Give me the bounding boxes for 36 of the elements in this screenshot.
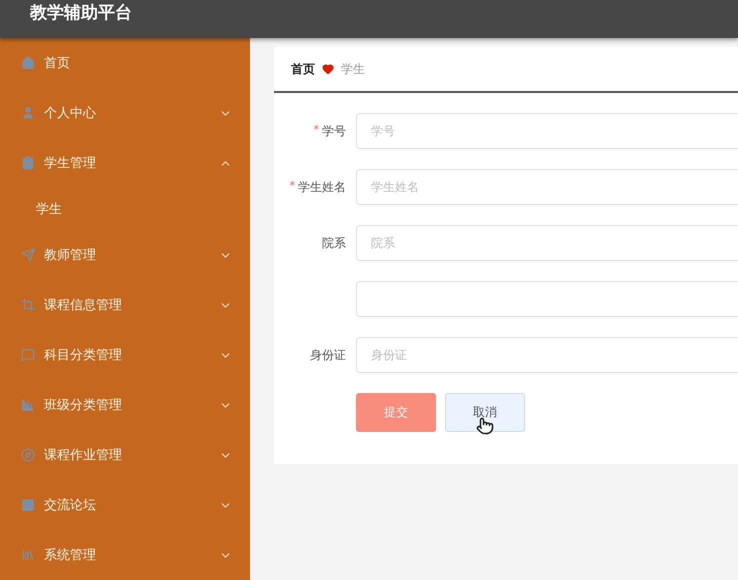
sidebar-item[interactable]: 教师管理 <box>0 230 250 280</box>
sidebar-item[interactable]: 交流论坛 <box>0 480 250 530</box>
sidebar-item[interactable]: 课程作业管理 <box>0 430 250 480</box>
sidebar-item[interactable]: 系统管理 <box>0 530 250 580</box>
home-icon <box>21 56 35 70</box>
sidebar-item[interactable]: 个人中心 <box>0 88 250 138</box>
crop-icon <box>21 298 35 312</box>
required-mark: * <box>314 122 319 138</box>
required-mark: * <box>290 178 295 194</box>
heart-icon <box>322 63 334 75</box>
input-field[interactable]: 学生姓名 <box>356 169 738 205</box>
library-icon <box>21 548 35 562</box>
compass-icon <box>21 448 35 462</box>
sidebar-item[interactable]: 班级分类管理 <box>0 380 250 430</box>
sidebar-item[interactable]: 首页 <box>0 38 250 88</box>
send-icon <box>21 248 35 262</box>
sidebar-item[interactable]: 学生管理 <box>0 138 250 188</box>
sidebar-item[interactable]: 课程信息管理 <box>0 280 250 330</box>
field-label: 身份证 <box>310 346 346 364</box>
input-field[interactable]: 学号 <box>356 113 738 149</box>
input-field[interactable] <box>356 281 738 317</box>
clipboard-icon <box>21 156 35 170</box>
user-icon <box>21 106 35 120</box>
field-label: 学号 <box>322 122 346 140</box>
input-field[interactable]: 院系 <box>356 225 738 261</box>
sidebar-item[interactable]: 科目分类管理 <box>0 330 250 380</box>
cancel-button[interactable]: 取消 <box>445 393 525 432</box>
breadcrumb-link[interactable]: 学生 <box>341 60 365 78</box>
submit-button[interactable]: 提交 <box>356 393 436 432</box>
submenu-item[interactable]: 学生 <box>0 188 250 230</box>
app-title: 教学辅助平台 <box>30 2 132 24</box>
breadcrumb-link[interactable]: 首页 <box>291 60 315 78</box>
field-label: 学生姓名 <box>298 178 346 196</box>
field-label: 院系 <box>322 234 346 252</box>
input-field[interactable]: 身份证 <box>356 337 738 373</box>
message-icon <box>21 348 35 362</box>
